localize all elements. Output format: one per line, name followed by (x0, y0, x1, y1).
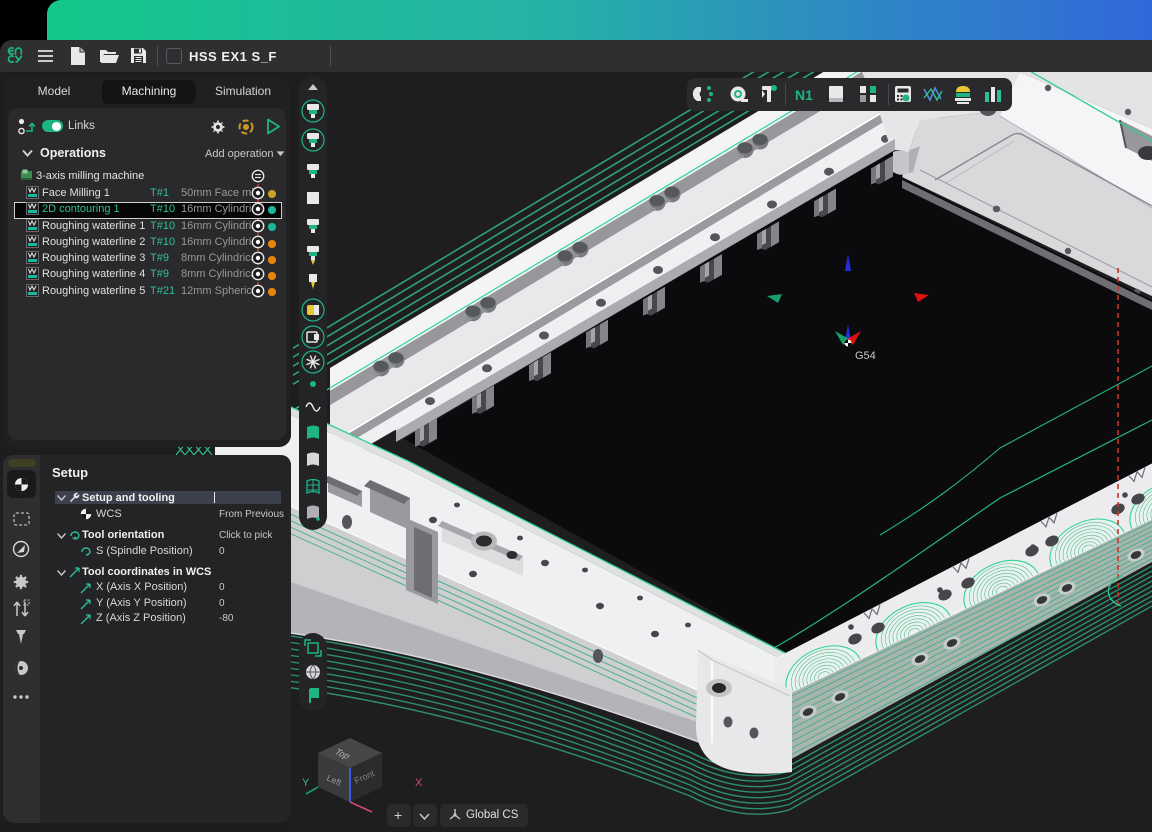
svg-text:X: X (415, 777, 423, 789)
svg-text:N1: N1 (795, 87, 813, 103)
svg-text:G54: G54 (855, 350, 876, 362)
svg-text:Y: Y (302, 777, 310, 789)
